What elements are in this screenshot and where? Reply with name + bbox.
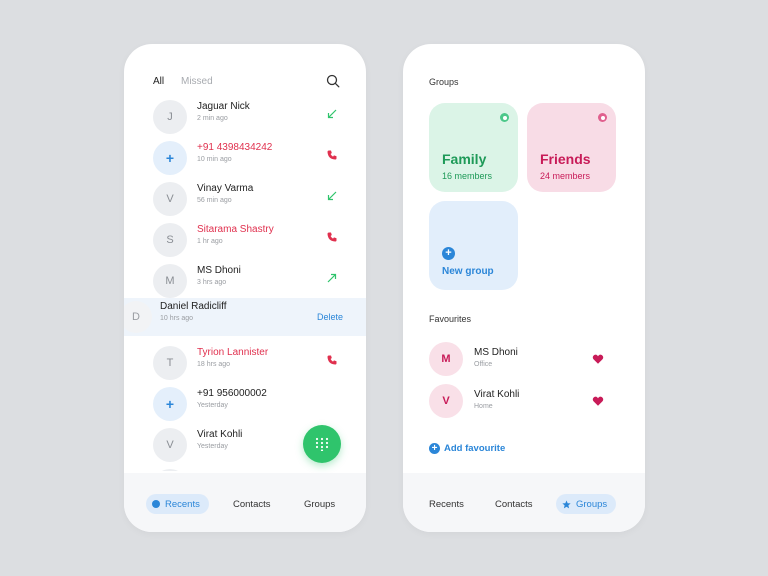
call-time: 10 hrs ago — [160, 315, 194, 322]
caller-name: Sitarama Shastry — [197, 224, 274, 235]
group-card-friends[interactable]: Friends 24 members — [527, 103, 616, 192]
recent-calls-list: J Jaguar Nick 2 min ago + +91 4398434242… — [124, 98, 366, 471]
call-time: 2 min ago — [197, 115, 228, 122]
call-row[interactable]: + +91 4398434242 10 min ago — [124, 139, 366, 177]
favourite-row[interactable]: V Virat Kohli Home — [403, 384, 645, 420]
nav-contacts[interactable]: Contacts — [233, 494, 271, 514]
tab-all[interactable]: All — [153, 76, 164, 87]
favourite-row[interactable]: M MS Dhoni Office — [403, 342, 645, 378]
avatar: S — [153, 223, 187, 257]
avatar: D — [124, 301, 152, 333]
nav-label: Recents — [429, 498, 464, 510]
favourite-label: Home — [474, 403, 493, 410]
nav-label: Contacts — [233, 498, 271, 510]
favourite-name: MS Dhoni — [474, 347, 518, 358]
favourite-name: Virat Kohli — [474, 389, 520, 400]
groups-title: Groups — [429, 77, 459, 87]
call-time: Yesterday — [197, 443, 228, 450]
plus-icon: + — [442, 247, 455, 260]
nav-groups[interactable]: Groups — [304, 494, 335, 514]
avatar: M — [429, 342, 463, 376]
add-favourite-label: Add favourite — [444, 442, 506, 454]
recents-top-bar: All Missed — [153, 74, 340, 90]
avatar: V — [153, 182, 187, 216]
call-row[interactable]: S Sitarama Shastry 1 hr ago — [124, 221, 366, 259]
recents-screen: All Missed J Jaguar Nick 2 min ago + +91… — [124, 44, 366, 532]
nav-recents[interactable]: Recents — [146, 494, 209, 514]
favourites-title: Favourites — [429, 314, 472, 324]
call-row[interactable]: M — [124, 467, 366, 471]
caller-name: Daniel Radicliff — [160, 301, 227, 312]
status-dot-icon — [500, 113, 509, 122]
avatar: M — [153, 469, 187, 471]
group-members: 16 members — [442, 171, 493, 181]
caller-name: MS Dhoni — [197, 265, 241, 276]
avatar: V — [429, 384, 463, 418]
swiped-call-row[interactable]: D Daniel Radicliff 10 hrs ago Delete — [124, 298, 366, 336]
heart-icon[interactable] — [592, 395, 604, 407]
call-row[interactable]: M MS Dhoni 3 hrs ago — [124, 262, 366, 300]
call-time: 10 min ago — [197, 156, 232, 163]
avatar: V — [153, 428, 187, 462]
groups-screen: Groups Family 16 members Friends 24 memb… — [403, 44, 645, 532]
caller-name: Virat Kohli — [197, 429, 243, 440]
incoming-call-icon — [327, 109, 337, 119]
new-group-label: New group — [442, 266, 494, 277]
caller-name: Jaguar Nick — [197, 101, 250, 112]
caller-name: Vinay Varma — [197, 183, 254, 194]
nav-label: Contacts — [495, 498, 533, 510]
new-group-button[interactable]: + New group — [429, 201, 518, 290]
avatar: M — [153, 264, 187, 298]
plus-icon: + — [429, 442, 440, 454]
group-name: Family — [442, 151, 487, 167]
dialpad-icon — [315, 437, 329, 451]
caller-name: +91 956000002 — [197, 388, 267, 399]
favourite-label: Office — [474, 361, 493, 368]
missed-call-icon — [327, 355, 337, 365]
group-name: Friends — [540, 151, 591, 167]
bottom-nav: Recents Contacts Groups — [124, 473, 366, 532]
status-dot-icon — [598, 113, 607, 122]
call-row[interactable]: J Jaguar Nick 2 min ago — [124, 98, 366, 136]
avatar: + — [153, 387, 187, 421]
dialpad-button[interactable] — [303, 425, 341, 463]
search-icon[interactable] — [326, 74, 340, 88]
avatar: T — [153, 346, 187, 380]
group-card-family[interactable]: Family 16 members — [429, 103, 518, 192]
call-time: 1 hr ago — [197, 238, 223, 245]
nav-label: Groups — [304, 498, 336, 510]
avatar: J — [153, 100, 187, 134]
call-time: 56 min ago — [197, 197, 232, 204]
add-favourite-button[interactable]: + Add favourite — [429, 442, 505, 454]
group-members: 24 members — [540, 171, 591, 181]
missed-call-icon — [327, 232, 337, 242]
caller-name: Tyrion Lannister — [197, 347, 269, 358]
call-time: 3 hrs ago — [197, 279, 227, 286]
call-time: 18 hrs ago — [197, 361, 231, 368]
nav-label: Groups — [576, 498, 608, 510]
nav-label: Recents — [165, 498, 200, 510]
tab-missed[interactable]: Missed — [181, 76, 213, 87]
delete-button[interactable]: Delete — [317, 312, 343, 322]
nav-recents[interactable]: Recents — [429, 494, 464, 514]
bottom-nav: Recents Contacts Groups — [403, 473, 645, 532]
call-time: Yesterday — [197, 402, 228, 409]
incoming-call-icon — [327, 191, 337, 201]
call-row[interactable]: T Tyrion Lannister 18 hrs ago — [124, 344, 366, 382]
call-row[interactable]: + +91 956000002 Yesterday — [124, 385, 366, 423]
star-icon — [562, 499, 571, 508]
heart-icon[interactable] — [592, 353, 604, 365]
recents-icon — [152, 500, 160, 508]
caller-name: +91 4398434242 — [197, 142, 273, 153]
outgoing-call-icon — [327, 273, 337, 283]
nav-contacts[interactable]: Contacts — [495, 494, 533, 514]
avatar: + — [153, 141, 187, 175]
call-row[interactable]: V Vinay Varma 56 min ago — [124, 180, 366, 218]
missed-call-icon — [327, 150, 337, 160]
nav-groups[interactable]: Groups — [556, 494, 617, 514]
